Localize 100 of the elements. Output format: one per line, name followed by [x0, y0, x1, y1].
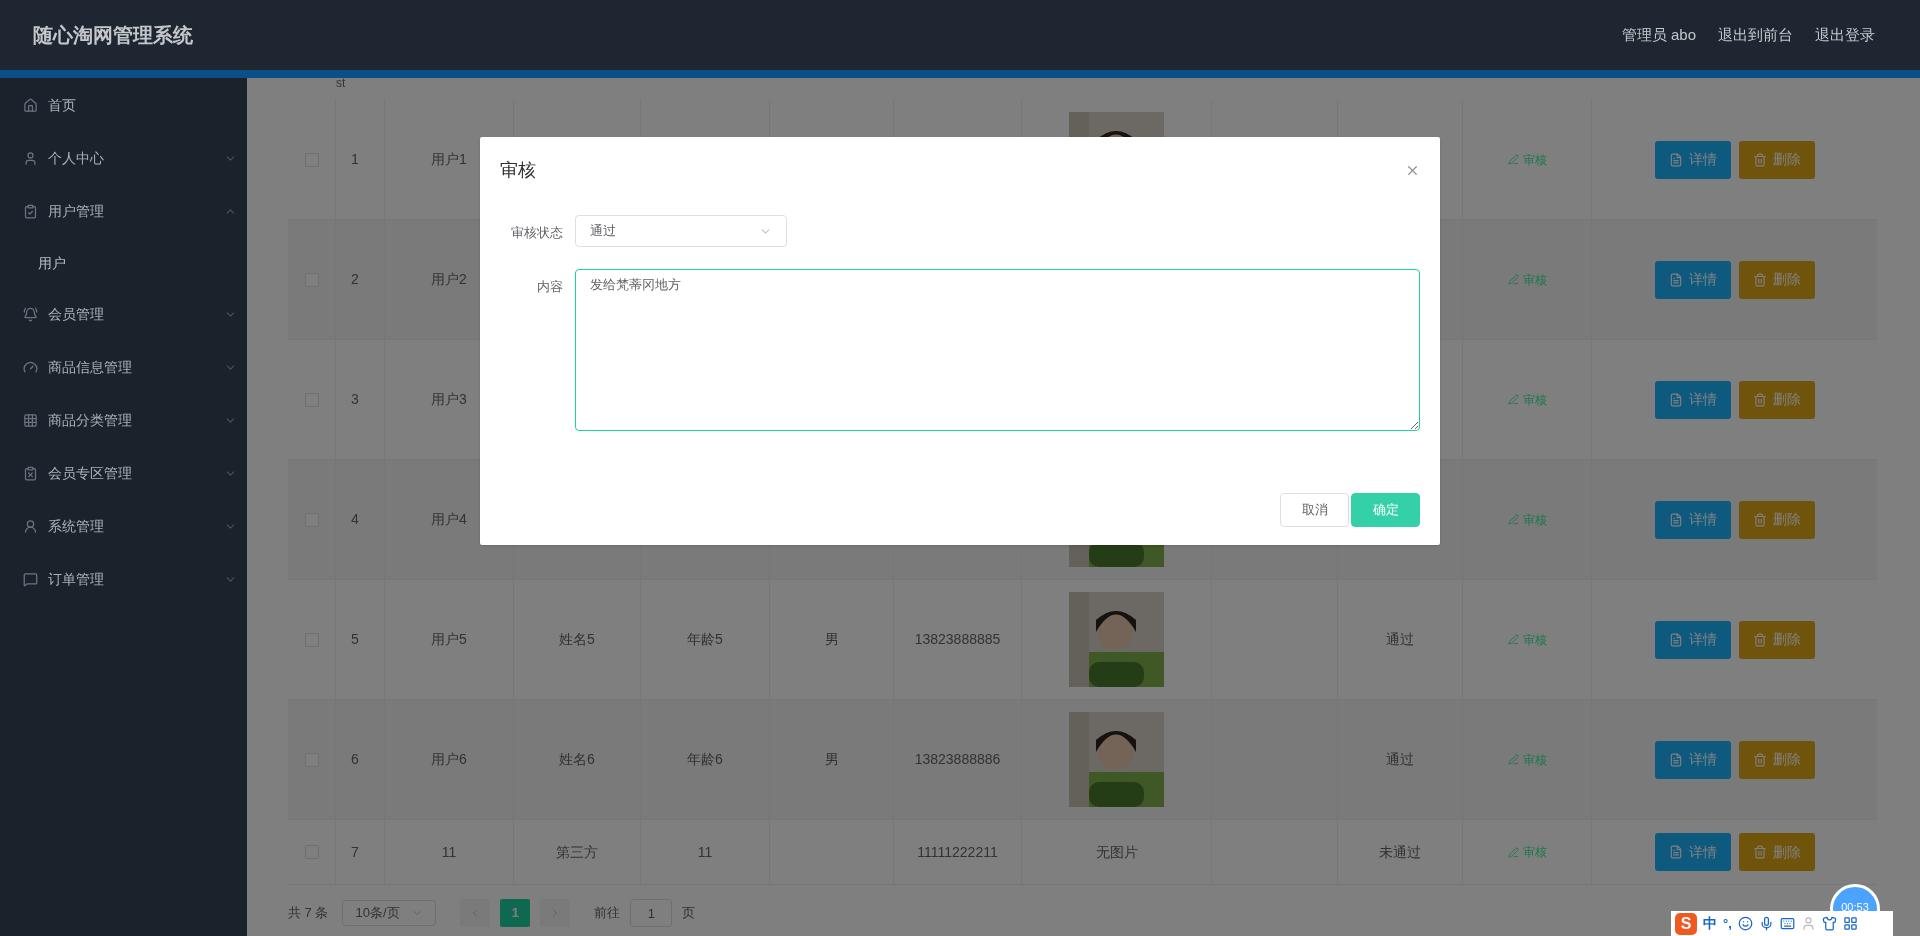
column-header: st [336, 77, 346, 89]
person-icon [23, 519, 38, 534]
trash-icon [1753, 152, 1767, 167]
bell-icon [23, 307, 38, 322]
pencil-icon [1507, 154, 1519, 165]
grid-icon[interactable] [1842, 916, 1858, 931]
delete-button[interactable]: 删除 [1739, 620, 1815, 659]
sidebar-item[interactable]: 个人中心 [0, 132, 247, 185]
punctuation-toggle[interactable]: °, [1723, 913, 1732, 934]
table-cell-text: 未通过 [1379, 842, 1421, 862]
pencil-icon [1507, 846, 1519, 858]
table-cell-text: 5 [351, 630, 359, 649]
document-icon [1669, 272, 1683, 287]
document-icon [1669, 152, 1683, 167]
shirt-icon[interactable] [1821, 916, 1837, 931]
delete-button[interactable]: 删除 [1739, 740, 1815, 779]
detail-button[interactable]: 详情 [1655, 500, 1731, 539]
delete-button[interactable]: 删除 [1739, 140, 1815, 179]
review-link[interactable]: 审核 [1507, 150, 1547, 169]
table-cell-text: 11 [441, 842, 457, 862]
table-cell-text: 用户1 [431, 150, 467, 169]
table-cell-text: 第三方 [556, 842, 598, 862]
trash-icon [1753, 272, 1767, 287]
table-cell-text: 4 [351, 510, 359, 529]
trash-icon [1753, 392, 1767, 407]
timer-text: 00:53 [1841, 900, 1869, 915]
trash-icon [1753, 632, 1767, 647]
confirm-button[interactable]: 确定 [1351, 493, 1420, 527]
header-link[interactable]: 退出登录 [1815, 23, 1875, 47]
detail-button[interactable]: 详情 [1655, 833, 1731, 871]
review-link[interactable]: 审核 [1507, 843, 1547, 861]
table-cell-text: 用户3 [431, 390, 467, 409]
emoji-icon[interactable] [1737, 916, 1753, 931]
detail-button[interactable]: 详情 [1655, 620, 1731, 659]
table-cell-text: 男 [824, 630, 839, 649]
sidebar-item[interactable]: 首页 [0, 79, 247, 132]
pencil-icon [1507, 634, 1519, 645]
sidebar-item[interactable]: 订单管理 [0, 553, 247, 606]
user-icon[interactable] [1800, 916, 1816, 931]
sidebar-item[interactable]: 用户管理 [0, 185, 247, 238]
keyboard-icon[interactable] [1779, 916, 1795, 931]
trash-icon [1753, 752, 1767, 767]
table-cell-text: 11111222211 [917, 842, 998, 862]
table-cell-text: 姓名6 [559, 750, 595, 769]
pencil-icon [1507, 274, 1519, 285]
table-cell-text: 年龄6 [687, 750, 723, 769]
sidebar-item[interactable]: 会员专区管理 [0, 447, 247, 500]
sidebar-item[interactable]: 商品信息管理 [0, 341, 247, 394]
review-link[interactable]: 审核 [1507, 630, 1547, 649]
dialog-title: 审核 [500, 159, 536, 182]
sidebar-item[interactable]: 系统管理 [0, 500, 247, 553]
content-textarea[interactable]: 发给梵蒂冈地方 [575, 269, 1420, 431]
microphone-icon[interactable] [1758, 916, 1774, 931]
close-icon[interactable] [1405, 163, 1420, 178]
grid-icon [23, 413, 38, 428]
table-cell-text: 通过 [1386, 630, 1414, 649]
review-link[interactable]: 审核 [1507, 750, 1547, 769]
app-title: 随心淘网管理系统 [33, 23, 193, 48]
document-icon [1669, 752, 1683, 767]
document-icon [1669, 392, 1683, 407]
review-link[interactable]: 审核 [1507, 390, 1547, 409]
page-input[interactable]: 1 [630, 899, 673, 927]
ime-mode[interactable]: 中 [1703, 913, 1717, 934]
header-link[interactable]: 退出到前台 [1718, 23, 1793, 47]
trash-icon [1753, 845, 1767, 859]
clipboard-icon [23, 204, 38, 219]
message-icon [23, 572, 38, 587]
detail-button[interactable]: 详情 [1655, 740, 1731, 779]
header-link[interactable]: 管理员 abo [1621, 23, 1696, 47]
gauge-icon [23, 360, 38, 375]
delete-button[interactable]: 删除 [1739, 500, 1815, 539]
sidebar-item[interactable]: 商品分类管理 [0, 394, 247, 447]
table-cell-text: 13823888885 [914, 630, 1001, 649]
pencil-icon [1507, 514, 1519, 525]
table-cell-text: 1 [351, 150, 359, 169]
user-icon [23, 151, 38, 166]
status-select[interactable]: 通过 [575, 215, 787, 247]
review-link[interactable]: 审核 [1507, 510, 1547, 529]
sidebar-item[interactable]: 会员管理 [0, 288, 247, 341]
cancel-button[interactable]: 取消 [1280, 493, 1349, 527]
delete-button[interactable]: 删除 [1739, 380, 1815, 419]
table-cell-text: 2 [351, 270, 359, 289]
page-button[interactable]: 1 [500, 899, 531, 927]
table-cell-text: 通过 [1386, 750, 1414, 769]
field-label: 审核状态 [511, 224, 563, 242]
detail-button[interactable]: 详情 [1655, 260, 1731, 299]
review-link[interactable]: 审核 [1507, 270, 1547, 289]
sidebar-subitem[interactable]: 用户 [0, 238, 247, 288]
table-cell-text: 用户2 [431, 270, 467, 289]
table-cell-text: 男 [824, 750, 839, 769]
detail-button[interactable]: 详情 [1655, 380, 1731, 419]
table-cell-text: 用户6 [431, 750, 467, 769]
page-size-select[interactable]: 10条/页 [342, 900, 437, 926]
ime-logo[interactable]: S [1675, 912, 1697, 935]
table-cell-text: 姓名5 [559, 630, 595, 649]
pencil-icon [1507, 394, 1519, 405]
detail-button[interactable]: 详情 [1655, 140, 1731, 179]
table-cell-text: 用户5 [431, 630, 467, 649]
delete-button[interactable]: 删除 [1739, 260, 1815, 299]
delete-button[interactable]: 删除 [1739, 833, 1815, 871]
